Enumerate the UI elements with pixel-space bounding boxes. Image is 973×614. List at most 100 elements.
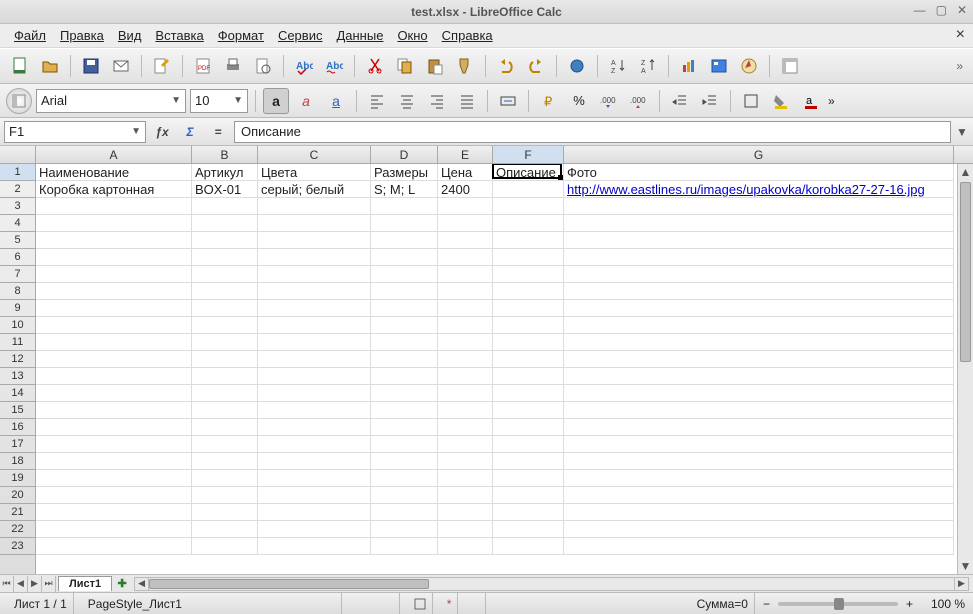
align-justify-button[interactable] [454,88,480,114]
row-header-16[interactable]: 16 [0,419,35,436]
cell-F21[interactable] [493,504,564,521]
cell-C20[interactable] [258,487,371,504]
paste-button[interactable] [421,52,449,80]
cell-D8[interactable] [371,283,438,300]
cell-E19[interactable] [438,470,493,487]
row-header-7[interactable]: 7 [0,266,35,283]
col-header-C[interactable]: C [258,146,371,163]
cell-F13[interactable] [493,368,564,385]
cell-G23[interactable] [564,538,954,555]
row-header-4[interactable]: 4 [0,215,35,232]
cell-D13[interactable] [371,368,438,385]
row-header-11[interactable]: 11 [0,334,35,351]
cell-C17[interactable] [258,436,371,453]
undo-button[interactable] [492,52,520,80]
cell-A15[interactable] [36,402,192,419]
cell-C3[interactable] [258,198,371,215]
cell-E16[interactable] [438,419,493,436]
merge-cells-button[interactable] [495,88,521,114]
cell-E1[interactable]: Цена [438,164,493,181]
cell-A21[interactable] [36,504,192,521]
print-button[interactable] [219,52,247,80]
menu-help[interactable]: Справка [436,26,499,45]
cell-F9[interactable] [493,300,564,317]
menu-view[interactable]: Вид [112,26,148,45]
cell-B23[interactable] [192,538,258,555]
cell-D9[interactable] [371,300,438,317]
cell-G2[interactable]: http://www.eastlines.ru/images/upakovka/… [564,181,954,198]
scroll-up-icon[interactable]: ▲ [958,164,973,180]
row-header-2[interactable]: 2 [0,181,35,198]
cell-G16[interactable] [564,419,954,436]
cell-B20[interactable] [192,487,258,504]
zoom-in-button[interactable]: + [906,597,913,611]
cell-A1[interactable]: Наименование [36,164,192,181]
cell-B4[interactable] [192,215,258,232]
cell-F16[interactable] [493,419,564,436]
row-header-10[interactable]: 10 [0,317,35,334]
cell-D23[interactable] [371,538,438,555]
cell-F15[interactable] [493,402,564,419]
cell-B11[interactable] [192,334,258,351]
cell-E4[interactable] [438,215,493,232]
cell-F2[interactable] [493,181,564,198]
cell-D2[interactable]: S; M; L [371,181,438,198]
vscroll-thumb[interactable] [960,182,971,362]
cell-C18[interactable] [258,453,371,470]
cut-button[interactable] [361,52,389,80]
col-header-B[interactable]: B [192,146,258,163]
menu-window[interactable]: Окно [391,26,433,45]
bold-button[interactable]: a [263,88,289,114]
cell-C1[interactable]: Цвета [258,164,371,181]
borders-button[interactable] [738,88,764,114]
cell-G10[interactable] [564,317,954,334]
sum-button[interactable]: Σ [178,121,202,143]
gallery-button[interactable] [705,52,733,80]
headers-button[interactable] [776,52,804,80]
cell-F19[interactable] [493,470,564,487]
cell-F6[interactable] [493,249,564,266]
redo-button[interactable] [522,52,550,80]
function-wizard-button[interactable]: ƒx [150,121,174,143]
formula-input[interactable]: Описание [234,121,951,143]
save-button[interactable] [77,52,105,80]
cell-F8[interactable] [493,283,564,300]
cell-E23[interactable] [438,538,493,555]
cell-A11[interactable] [36,334,192,351]
cell-B15[interactable] [192,402,258,419]
cell-E11[interactable] [438,334,493,351]
cell-B3[interactable] [192,198,258,215]
cell-B22[interactable] [192,521,258,538]
cell-D3[interactable] [371,198,438,215]
zoom-level[interactable]: 100 % [921,597,965,611]
bg-color-button[interactable] [768,88,794,114]
format-paintbrush-button[interactable] [451,52,479,80]
cell-C23[interactable] [258,538,371,555]
maximize-icon[interactable]: ▢ [936,3,947,17]
col-header-E[interactable]: E [438,146,493,163]
row-header-15[interactable]: 15 [0,402,35,419]
menu-tools[interactable]: Сервис [272,26,329,45]
tab-first-icon[interactable]: ⏮ [0,576,14,592]
cell-A4[interactable] [36,215,192,232]
font-name-combo[interactable]: Arial▼ [36,89,186,113]
chart-button[interactable] [675,52,703,80]
align-right-button[interactable] [424,88,450,114]
tab-next-icon[interactable]: ▶ [28,576,42,592]
cell-G5[interactable] [564,232,954,249]
pdf-button[interactable]: PDF [189,52,217,80]
close-document-icon[interactable]: × [956,26,965,44]
cell-B16[interactable] [192,419,258,436]
col-header-F[interactable]: F [493,146,564,163]
decrease-indent-button[interactable] [667,88,693,114]
equals-button[interactable]: = [206,121,230,143]
status-sum[interactable]: Сумма=0 [691,593,755,614]
remove-decimal-button[interactable]: .000 [626,88,652,114]
hscroll-thumb[interactable] [149,579,429,589]
cell-D14[interactable] [371,385,438,402]
cell-A17[interactable] [36,436,192,453]
cell-F4[interactable] [493,215,564,232]
menu-format[interactable]: Формат [212,26,270,45]
row-header-9[interactable]: 9 [0,300,35,317]
col-header-G[interactable]: G [564,146,954,163]
